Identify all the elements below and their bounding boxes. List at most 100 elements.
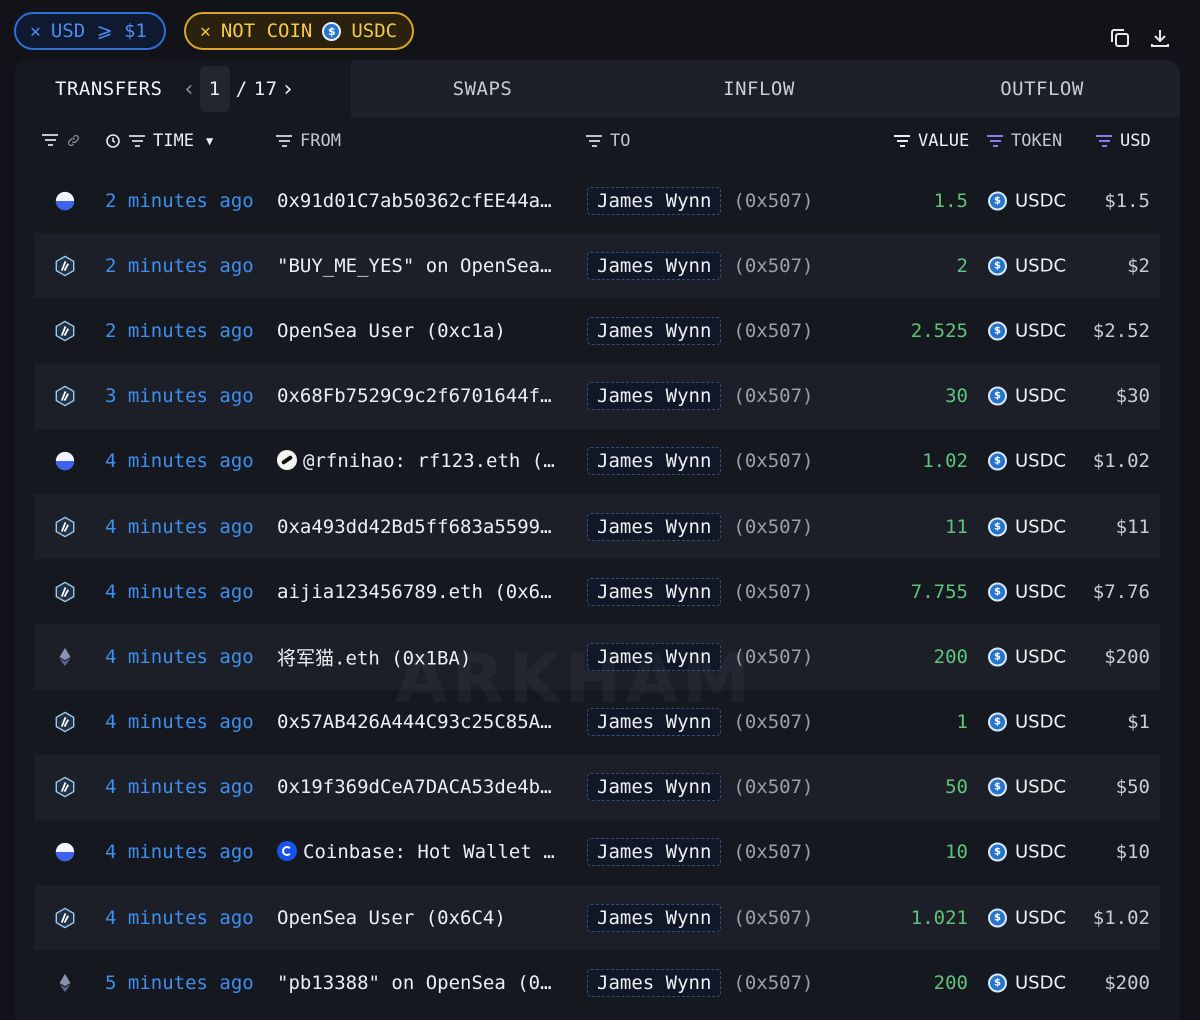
filter-icon[interactable] [894, 132, 910, 150]
table-row[interactable]: 3 minutes ago 0x68Fb7529C9c2f6701644f… Jam… [34, 363, 1160, 429]
row-time[interactable]: 4 minutes ago [105, 711, 254, 733]
row-token[interactable]: $ USDC [988, 516, 1066, 537]
row-to-entity[interactable]: James Wynn [587, 512, 722, 541]
close-icon[interactable]: ✕ [30, 21, 41, 42]
row-to-address[interactable]: (0x507) [733, 516, 813, 538]
row-token[interactable]: $ USDC [988, 712, 1066, 733]
filter-icon[interactable] [1096, 132, 1112, 150]
table-row[interactable]: 4 minutes ago @rfnihao: rf123.eth (… James… [34, 429, 1160, 494]
row-token[interactable]: $ USDC [988, 190, 1066, 211]
row-time[interactable]: 2 minutes ago [105, 320, 254, 342]
row-time[interactable]: 2 minutes ago [105, 255, 254, 277]
chevron-right-icon[interactable]: › [284, 77, 293, 102]
value-column-header[interactable]: VALUE [894, 131, 969, 151]
row-to-address[interactable]: (0x507) [733, 972, 813, 994]
tab-transfers[interactable]: TRANSFERS ‹ 1 / 17 › [14, 60, 351, 118]
time-column-header[interactable]: TIME ▼ [105, 131, 213, 151]
link-icon[interactable] [66, 133, 81, 148]
caret-down-icon[interactable]: ▼ [206, 134, 213, 148]
usd-filter-pill[interactable]: ✕ USD ⩾ $1 [14, 12, 166, 50]
row-to-entity[interactable]: James Wynn [587, 251, 722, 280]
table-row[interactable]: 5 minutes ago "pb13388" on OpenSea (0… Jam… [34, 950, 1160, 1015]
row-from[interactable]: aijia123456789.eth (0x6… [277, 581, 562, 603]
row-to-entity[interactable]: James Wynn [587, 773, 722, 802]
row-to-address[interactable]: (0x507) [733, 581, 813, 603]
table-row[interactable]: 2 minutes ago "BUY_ME_YES" on OpenSea… Jam… [34, 233, 1160, 299]
row-to-entity[interactable]: James Wynn [587, 447, 722, 476]
table-row[interactable]: 2 minutes ago 0x91d01C7ab50362cfEE44a… Jam… [34, 168, 1160, 233]
row-token[interactable]: $ USDC [988, 842, 1066, 863]
row-from[interactable]: 0x91d01C7ab50362cfEE44a… [277, 190, 562, 212]
table-row[interactable]: 4 minutes ago 将军猫.eth (0x1BA) James Wynn (0… [34, 624, 1160, 690]
filter-icon[interactable] [276, 132, 292, 150]
row-from[interactable]: 0xa493dd42Bd5ff683a5599… [277, 516, 562, 538]
row-to-entity[interactable]: James Wynn [587, 186, 722, 215]
row-to-address[interactable]: (0x507) [733, 255, 813, 277]
row-token[interactable]: $ USDC [988, 581, 1066, 602]
token-column-header[interactable]: TOKEN [987, 131, 1062, 151]
download-icon[interactable] [1148, 26, 1172, 50]
row-from[interactable]: OpenSea User (0xc1a) [277, 320, 562, 342]
table-row[interactable]: 4 minutes ago 0x19f369dCeA7DACA53de4b… Jam… [34, 754, 1160, 820]
row-from[interactable]: 0x19f369dCeA7DACA53de4b… [277, 776, 562, 798]
row-to-entity[interactable]: James Wynn [587, 382, 722, 411]
row-to-address[interactable]: (0x507) [733, 385, 813, 407]
to-column-header[interactable]: TO [586, 131, 630, 151]
row-from[interactable]: 将军猫.eth (0x1BA) [277, 643, 562, 670]
token-filter-pill[interactable]: ✕ NOT COIN $ USDC [184, 12, 414, 50]
row-to-address[interactable]: (0x507) [733, 907, 813, 929]
row-from[interactable]: 0x57AB426A444C93c25C85A… [277, 711, 562, 733]
row-time[interactable]: 4 minutes ago [105, 581, 254, 603]
row-time[interactable]: 2 minutes ago [105, 190, 254, 212]
row-token[interactable]: $ USDC [988, 255, 1066, 276]
row-time[interactable]: 4 minutes ago [105, 516, 254, 538]
row-token[interactable]: $ USDC [988, 451, 1066, 472]
row-time[interactable]: 4 minutes ago [105, 907, 254, 929]
row-time[interactable]: 4 minutes ago [105, 646, 254, 668]
row-to-entity[interactable]: James Wynn [587, 708, 722, 737]
tab-swaps[interactable]: SWAPS [351, 60, 614, 118]
row-from[interactable]: "pb13388" on OpenSea (0… [277, 972, 562, 994]
chain-column-header[interactable] [42, 131, 81, 149]
row-to-address[interactable]: (0x507) [733, 711, 813, 733]
row-time[interactable]: 3 minutes ago [105, 385, 254, 407]
row-from[interactable]: Coinbase: Hot Wallet … [277, 841, 562, 863]
row-to-entity[interactable]: James Wynn [587, 577, 722, 606]
row-to-address[interactable]: (0x507) [733, 841, 813, 863]
row-to-address[interactable]: (0x507) [733, 450, 813, 472]
page-current[interactable]: 1 [199, 66, 230, 112]
from-column-header[interactable]: FROM [276, 131, 341, 151]
filter-icon[interactable] [987, 132, 1003, 150]
table-row[interactable]: 2 minutes ago OpenSea User (0xc1a) James W… [34, 298, 1160, 363]
row-to-address[interactable]: (0x507) [733, 320, 813, 342]
row-token[interactable]: $ USDC [988, 907, 1066, 928]
tab-outflow[interactable]: OUTFLOW [904, 60, 1180, 118]
row-token[interactable]: $ USDC [988, 646, 1066, 667]
row-to-entity[interactable]: James Wynn [587, 642, 722, 671]
filter-icon[interactable] [129, 132, 145, 150]
row-time[interactable]: 4 minutes ago [105, 450, 254, 472]
row-to-entity[interactable]: James Wynn [587, 316, 722, 345]
row-token[interactable]: $ USDC [988, 386, 1066, 407]
row-token[interactable]: $ USDC [988, 972, 1066, 993]
row-token[interactable]: $ USDC [988, 320, 1066, 341]
row-time[interactable]: 4 minutes ago [105, 841, 254, 863]
row-from[interactable]: 0x68Fb7529C9c2f6701644f… [277, 385, 562, 407]
tab-inflow[interactable]: INFLOW [614, 60, 904, 118]
usd-column-header[interactable]: USD [1096, 131, 1151, 151]
filter-icon[interactable] [42, 131, 58, 149]
close-icon[interactable]: ✕ [200, 21, 211, 42]
row-from[interactable]: OpenSea User (0x6C4) [277, 907, 562, 929]
row-from[interactable]: @rfnihao: rf123.eth (… [277, 450, 562, 472]
table-row[interactable]: 4 minutes ago 0x57AB426A444C93c25C85A… Jam… [34, 690, 1160, 755]
clock-icon[interactable] [105, 133, 121, 149]
row-to-entity[interactable]: James Wynn [587, 838, 722, 867]
row-from[interactable]: "BUY_ME_YES" on OpenSea… [277, 255, 562, 277]
table-row[interactable]: 4 minutes ago Coinbase: Hot Wallet … James… [34, 820, 1160, 885]
copy-icon[interactable] [1108, 26, 1132, 50]
row-to-address[interactable]: (0x507) [733, 776, 813, 798]
table-row[interactable]: 4 minutes ago 0xa493dd42Bd5ff683a5599… Jam… [34, 493, 1160, 560]
filter-icon[interactable] [586, 132, 602, 150]
row-to-address[interactable]: (0x507) [733, 190, 813, 212]
row-time[interactable]: 5 minutes ago [105, 972, 254, 994]
